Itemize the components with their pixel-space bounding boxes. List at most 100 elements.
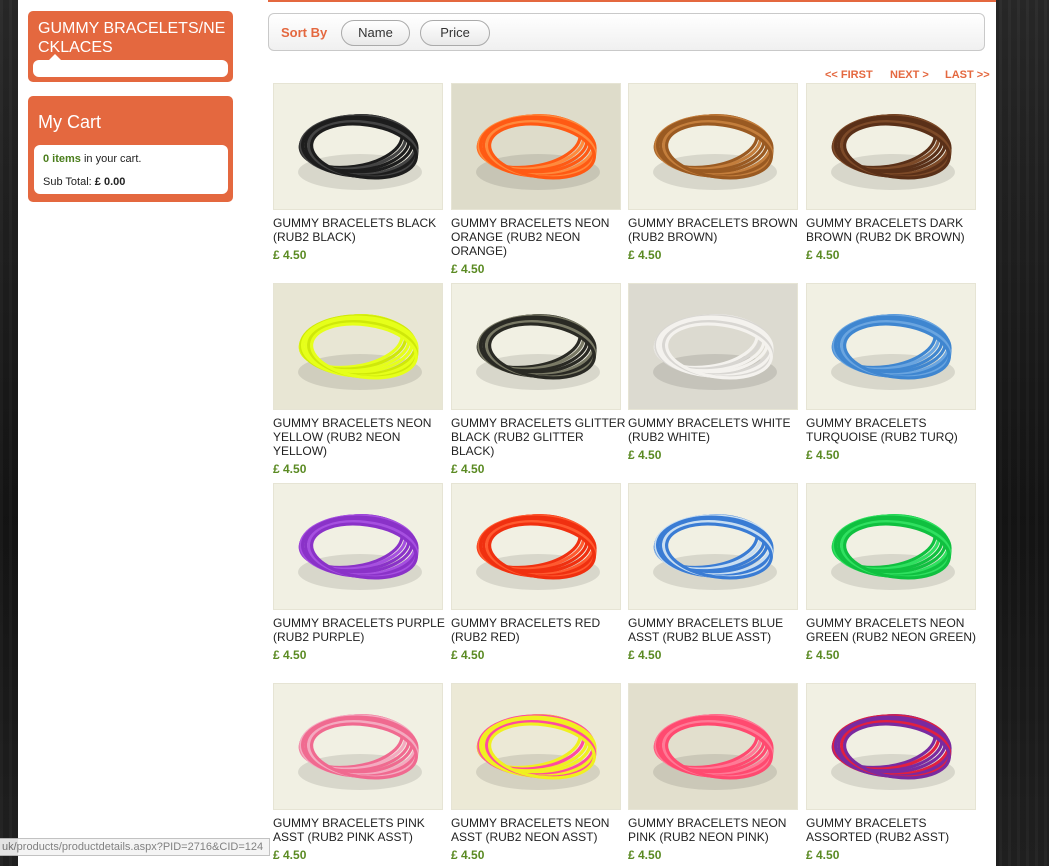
product-price: £ 4.50 bbox=[273, 462, 307, 476]
cart-item-count[interactable]: 0 items bbox=[43, 153, 81, 165]
product-price: £ 4.50 bbox=[273, 848, 307, 862]
cart-panel: My Cart 0 items in your cart. Sub Total:… bbox=[28, 96, 233, 202]
product-image[interactable] bbox=[451, 683, 621, 810]
product-image[interactable] bbox=[451, 283, 621, 410]
cart-subtotal-label: Sub Total: bbox=[43, 176, 95, 188]
product-name[interactable]: GUMMY BRACELETS NEON YELLOW (RUB2 NEON Y… bbox=[273, 416, 450, 458]
browser-status-url: uk/products/productdetails.aspx?PID=2716… bbox=[0, 838, 271, 856]
product-price: £ 4.50 bbox=[451, 648, 485, 662]
product-name[interactable]: GUMMY BRACELETS ASSORTED (RUB2 ASST) bbox=[806, 816, 983, 844]
product-card[interactable]: GUMMY BRACELETS NEON GREEN (RUB2 NEON GR… bbox=[806, 483, 983, 662]
product-image[interactable] bbox=[628, 483, 798, 610]
product-card[interactable]: GUMMY BRACELETS BLUE ASST (RUB2 BLUE ASS… bbox=[628, 483, 805, 662]
product-name[interactable]: GUMMY BRACELETS RED (RUB2 RED) bbox=[451, 616, 628, 644]
bracelet-coil-graphic bbox=[807, 684, 975, 809]
bracelet-coil-graphic bbox=[807, 484, 975, 609]
product-image[interactable] bbox=[273, 283, 443, 410]
product-card[interactable]: GUMMY BRACELETS ASSORTED (RUB2 ASST) £ 4.… bbox=[806, 683, 983, 862]
product-name[interactable]: GUMMY BRACELETS TURQUOISE (RUB2 TURQ) bbox=[806, 416, 983, 444]
product-price: £ 4.50 bbox=[806, 648, 840, 662]
product-card[interactable]: GUMMY BRACELETS GLITTER BLACK (RUB2 GLIT… bbox=[451, 283, 628, 476]
bracelet-coil-graphic bbox=[274, 484, 442, 609]
product-name[interactable]: GUMMY BRACELETS BLUE ASST (RUB2 BLUE ASS… bbox=[628, 616, 805, 644]
cart-subtotal-line: Sub Total: £ 0.00 bbox=[43, 176, 228, 188]
page-content: GUMMY BRACELETS/NECKLACES My Cart 0 item… bbox=[18, 0, 996, 866]
cart-subtotal-value: £ 0.00 bbox=[94, 176, 126, 188]
bracelet-coil-graphic bbox=[629, 284, 797, 409]
sort-by-name-button[interactable]: Name bbox=[341, 20, 410, 46]
category-title[interactable]: GUMMY BRACELETS/NECKLACES bbox=[38, 19, 233, 59]
bracelet-coil-graphic bbox=[274, 284, 442, 409]
product-name[interactable]: GUMMY BRACELETS NEON ORANGE (RUB2 NEON O… bbox=[451, 216, 628, 258]
sort-bar: Sort By Name Price bbox=[268, 13, 985, 51]
product-card[interactable]: GUMMY BRACELETS PURPLE (RUB2 PURPLE) £ 4.… bbox=[273, 483, 450, 662]
product-card[interactable]: GUMMY BRACELETS WHITE (RUB2 WHITE) £ 4.50 bbox=[628, 283, 805, 462]
product-image[interactable] bbox=[806, 483, 976, 610]
product-card[interactable]: GUMMY BRACELETS NEON YELLOW (RUB2 NEON Y… bbox=[273, 283, 450, 476]
product-price: £ 4.50 bbox=[451, 262, 485, 276]
product-image[interactable] bbox=[451, 83, 621, 210]
product-card[interactable]: GUMMY BRACELETS DARK BROWN (RUB2 DK BROW… bbox=[806, 83, 983, 262]
sort-by-price-button[interactable]: Price bbox=[420, 20, 490, 46]
bracelet-coil-graphic bbox=[452, 484, 620, 609]
product-name[interactable]: GUMMY BRACELETS NEON GREEN (RUB2 NEON GR… bbox=[806, 616, 983, 644]
product-name[interactable]: GUMMY BRACELETS NEON PINK (RUB2 NEON PIN… bbox=[628, 816, 805, 844]
product-image[interactable] bbox=[451, 483, 621, 610]
product-name[interactable]: GUMMY BRACELETS PINK ASST (RUB2 PINK ASS… bbox=[273, 816, 450, 844]
product-price: £ 4.50 bbox=[273, 248, 307, 262]
bracelet-coil-graphic bbox=[452, 284, 620, 409]
product-name[interactable]: GUMMY BRACELETS DARK BROWN (RUB2 DK BROW… bbox=[806, 216, 983, 244]
product-card[interactable]: GUMMY BRACELETS TURQUOISE (RUB2 TURQ) £ 4… bbox=[806, 283, 983, 462]
product-name[interactable]: GUMMY BRACELETS GLITTER BLACK (RUB2 GLIT… bbox=[451, 416, 628, 458]
pager-first-link[interactable]: << FIRST bbox=[825, 69, 873, 81]
product-image[interactable] bbox=[628, 283, 798, 410]
product-image[interactable] bbox=[273, 683, 443, 810]
product-card[interactable]: GUMMY BRACELETS NEON PINK (RUB2 NEON PIN… bbox=[628, 683, 805, 862]
product-name[interactable]: GUMMY BRACELETS BROWN (RUB2 BROWN) bbox=[628, 216, 805, 244]
product-price: £ 4.50 bbox=[273, 648, 307, 662]
product-price: £ 4.50 bbox=[806, 848, 840, 862]
bracelet-coil-graphic bbox=[807, 284, 975, 409]
product-price: £ 4.50 bbox=[628, 248, 662, 262]
pager-last-link[interactable]: LAST >> bbox=[945, 69, 990, 81]
bracelet-coil-graphic bbox=[807, 84, 975, 209]
product-name[interactable]: GUMMY BRACELETS WHITE (RUB2 WHITE) bbox=[628, 416, 805, 444]
product-price: £ 4.50 bbox=[628, 848, 662, 862]
sort-label: Sort By bbox=[281, 25, 328, 40]
bracelet-coil-graphic bbox=[274, 84, 442, 209]
product-name[interactable]: GUMMY BRACELETS BLACK (RUB2 BLACK) bbox=[273, 216, 450, 244]
product-image[interactable] bbox=[628, 683, 798, 810]
product-card[interactable]: GUMMY BRACELETS RED (RUB2 RED) £ 4.50 bbox=[451, 483, 628, 662]
bracelet-coil-graphic bbox=[452, 684, 620, 809]
cart-count-suffix: in your cart. bbox=[80, 153, 142, 165]
bracelet-coil-graphic bbox=[629, 484, 797, 609]
product-name[interactable]: GUMMY BRACELETS PURPLE (RUB2 PURPLE) bbox=[273, 616, 450, 644]
product-price: £ 4.50 bbox=[451, 462, 485, 476]
bracelet-coil-graphic bbox=[629, 684, 797, 809]
bracelet-coil-graphic bbox=[629, 84, 797, 209]
product-image[interactable] bbox=[806, 283, 976, 410]
product-name[interactable]: GUMMY BRACELETS NEON ASST (RUB2 NEON ASS… bbox=[451, 816, 628, 844]
header-divider bbox=[268, 0, 996, 2]
cart-title: My Cart bbox=[38, 112, 101, 132]
product-image[interactable] bbox=[806, 83, 976, 210]
category-panel: GUMMY BRACELETS/NECKLACES bbox=[28, 11, 233, 82]
product-image[interactable] bbox=[628, 83, 798, 210]
product-card[interactable]: GUMMY BRACELETS NEON ASST (RUB2 NEON ASS… bbox=[451, 683, 628, 862]
category-subnav bbox=[33, 60, 228, 77]
product-price: £ 4.50 bbox=[628, 648, 662, 662]
pager-next-link[interactable]: NEXT > bbox=[890, 69, 929, 81]
product-card[interactable]: GUMMY BRACELETS PINK ASST (RUB2 PINK ASS… bbox=[273, 683, 450, 862]
product-image[interactable] bbox=[806, 683, 976, 810]
product-card[interactable]: GUMMY BRACELETS NEON ORANGE (RUB2 NEON O… bbox=[451, 83, 628, 276]
bracelet-coil-graphic bbox=[452, 84, 620, 209]
cart-count-line: 0 items in your cart. bbox=[43, 153, 228, 165]
bracelet-coil-graphic bbox=[274, 684, 442, 809]
product-image[interactable] bbox=[273, 83, 443, 210]
product-price: £ 4.50 bbox=[806, 248, 840, 262]
product-price: £ 4.50 bbox=[451, 848, 485, 862]
product-price: £ 4.50 bbox=[806, 448, 840, 462]
product-card[interactable]: GUMMY BRACELETS BLACK (RUB2 BLACK) £ 4.50 bbox=[273, 83, 450, 262]
product-card[interactable]: GUMMY BRACELETS BROWN (RUB2 BROWN) £ 4.50 bbox=[628, 83, 805, 262]
product-image[interactable] bbox=[273, 483, 443, 610]
